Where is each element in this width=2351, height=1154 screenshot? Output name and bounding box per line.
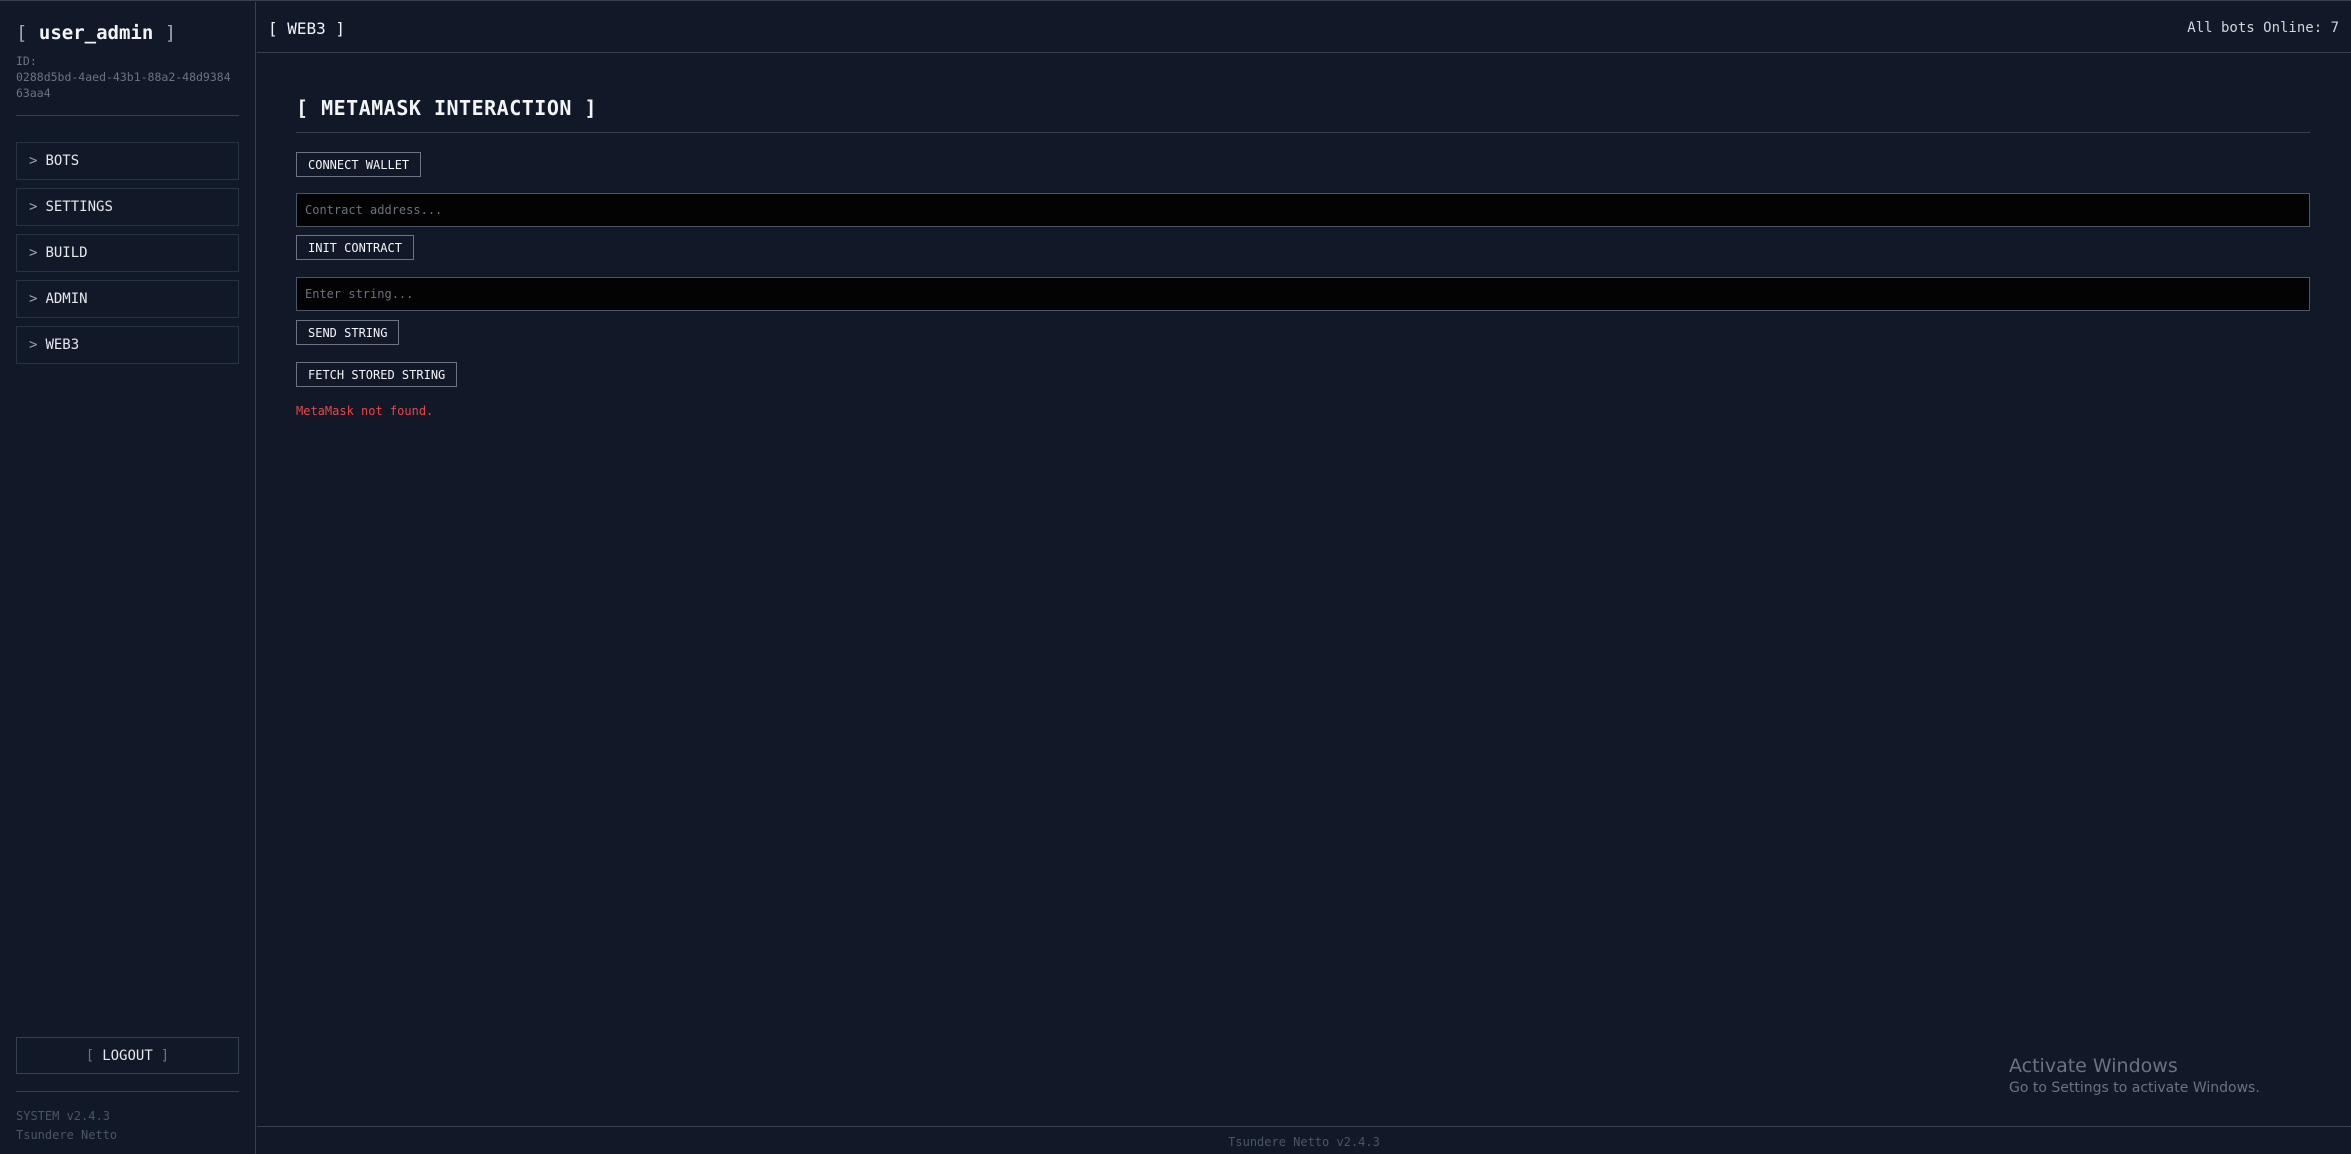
user-id-label: ID:: [16, 54, 37, 68]
chevron-right-icon: >: [29, 291, 38, 307]
sidebar-item-label: BUILD: [45, 245, 88, 261]
footer: Tsundere Netto v2.4.3: [257, 1126, 2351, 1154]
error-message: MetaMask not found.: [296, 404, 434, 418]
sidebar-item-build[interactable]: > BUILD: [16, 234, 239, 272]
system-name: Tsundere Netto: [16, 1128, 118, 1142]
bots-online-status: All bots Online: 7: [2187, 20, 2339, 36]
send-string-button[interactable]: SEND STRING: [296, 320, 400, 345]
init-contract-button[interactable]: INIT CONTRACT: [296, 235, 414, 260]
bracket-open: [: [16, 22, 28, 44]
watermark-title: Activate Windows: [2009, 1055, 2178, 1077]
sidebar-item-admin[interactable]: > ADMIN: [16, 280, 239, 318]
chevron-right-icon: >: [29, 153, 38, 169]
main-content: [ METAMASK INTERACTION ] CONNECT WALLET …: [257, 53, 2351, 1126]
activate-windows-watermark: Activate Windows Go to Settings to activ…: [2009, 1054, 2260, 1098]
section-title: [ METAMASK INTERACTION ]: [296, 96, 597, 120]
fetch-stored-string-button[interactable]: FETCH STORED STRING: [296, 362, 458, 387]
contract-address-input[interactable]: [296, 193, 2310, 227]
chevron-right-icon: >: [29, 199, 38, 215]
username-text: user_admin: [38, 22, 154, 44]
sidebar-item-web3[interactable]: > WEB3: [16, 326, 239, 364]
chevron-right-icon: >: [29, 245, 38, 261]
sidebar-item-settings[interactable]: > SETTINGS: [16, 188, 239, 226]
sidebar: [ user_admin ] ID: 0288d5bd-4aed-43b1-88…: [0, 2, 256, 1154]
sidebar-divider: [16, 115, 239, 116]
sidebar-item-label: SETTINGS: [45, 199, 113, 215]
section-divider: [296, 132, 2310, 133]
connect-wallet-button[interactable]: CONNECT WALLET: [296, 152, 422, 177]
logout-button[interactable]: [ LOGOUT ]: [16, 1037, 239, 1074]
app-window: [ user_admin ] ID: 0288d5bd-4aed-43b1-88…: [0, 0, 2351, 1154]
user-id-value: 0288d5bd-4aed-43b1-88a2-48d938463aa4: [16, 70, 231, 100]
sidebar-username: [ user_admin ]: [16, 22, 176, 44]
logout-label: LOGOUT: [102, 1047, 153, 1064]
system-version: SYSTEM v2.4.3: [16, 1109, 110, 1123]
footer-text: Tsundere Netto v2.4.3: [1228, 1135, 1380, 1149]
bracket-open: [: [85, 1047, 95, 1064]
sidebar-item-label: WEB3: [45, 337, 80, 353]
bracket-close: ]: [164, 22, 177, 44]
watermark-subtitle: Go to Settings to activate Windows.: [2009, 1080, 2260, 1096]
string-input[interactable]: [296, 277, 2310, 311]
sidebar-item-label: ADMIN: [45, 291, 88, 307]
page-title: [ WEB3 ]: [268, 19, 346, 38]
sidebar-nav: > BOTS > SETTINGS > BUILD > ADMIN > WEB3: [16, 142, 239, 372]
bracket-close: ]: [160, 1047, 170, 1064]
sidebar-item-bots[interactable]: > BOTS: [16, 142, 239, 180]
top-header: [ WEB3 ] All bots Online: 7: [257, 2, 2351, 53]
user-id-block: ID: 0288d5bd-4aed-43b1-88a2-48d938463aa4: [16, 53, 236, 101]
chevron-right-icon: >: [29, 337, 38, 353]
sidebar-footer-divider: [16, 1091, 239, 1092]
system-info: SYSTEM v2.4.3 Tsundere Netto: [16, 1107, 117, 1145]
sidebar-item-label: BOTS: [45, 153, 80, 169]
